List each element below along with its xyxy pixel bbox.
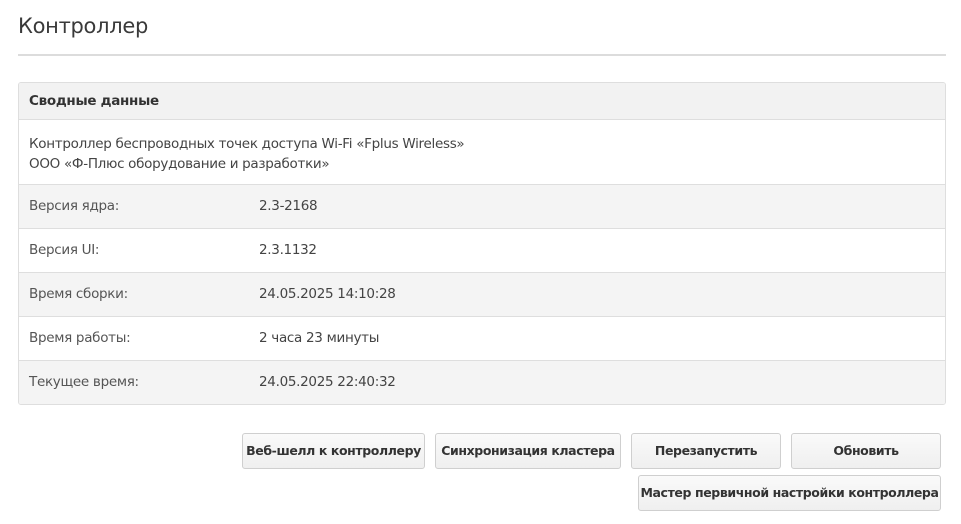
- summary-panel: Сводные данные Контроллер беспроводных т…: [18, 82, 946, 405]
- info-row-current-time: Текущее время: 24.05.2025 22:40:32: [19, 361, 945, 404]
- summary-panel-header: Сводные данные: [19, 83, 945, 120]
- info-row-label: Версия UI:: [29, 242, 100, 258]
- controller-description: Контроллер беспроводных точек доступа Wi…: [19, 120, 945, 185]
- update-button[interactable]: Обновить: [791, 433, 941, 469]
- info-row-value: 2.3-2168: [259, 198, 318, 214]
- info-row-label: Время работы:: [29, 330, 131, 346]
- restart-button[interactable]: Перезапустить: [631, 433, 781, 469]
- info-row-build-time: Время сборки: 24.05.2025 14:10:28: [19, 273, 945, 317]
- page-title: Контроллер: [18, 14, 148, 38]
- description-company: ООО «Ф-Плюс оборудование и разработки»: [29, 156, 330, 172]
- info-row-value: 2.3.1132: [259, 242, 317, 258]
- info-row-value: 24.05.2025 22:40:32: [259, 374, 396, 390]
- title-divider: [18, 54, 946, 56]
- web-shell-button[interactable]: Веб-шелл к контроллеру: [242, 433, 425, 469]
- info-row-uptime: Время работы: 2 часа 23 минуты: [19, 317, 945, 361]
- info-row-label: Версия ядра:: [29, 198, 119, 214]
- info-row-label: Текущее время:: [29, 374, 139, 390]
- info-row-value: 2 часа 23 минуты: [259, 330, 380, 346]
- setup-wizard-button[interactable]: Мастер первичной настройки контроллера: [638, 475, 941, 511]
- info-row-kernel-version: Версия ядра: 2.3-2168: [19, 185, 945, 229]
- description-product: Контроллер беспроводных точек доступа Wi…: [29, 136, 465, 152]
- info-row-value: 24.05.2025 14:10:28: [259, 286, 396, 302]
- sync-cluster-button[interactable]: Синхронизация кластера: [435, 433, 621, 469]
- info-row-label: Время сборки:: [29, 286, 128, 302]
- info-row-ui-version: Версия UI: 2.3.1132: [19, 229, 945, 273]
